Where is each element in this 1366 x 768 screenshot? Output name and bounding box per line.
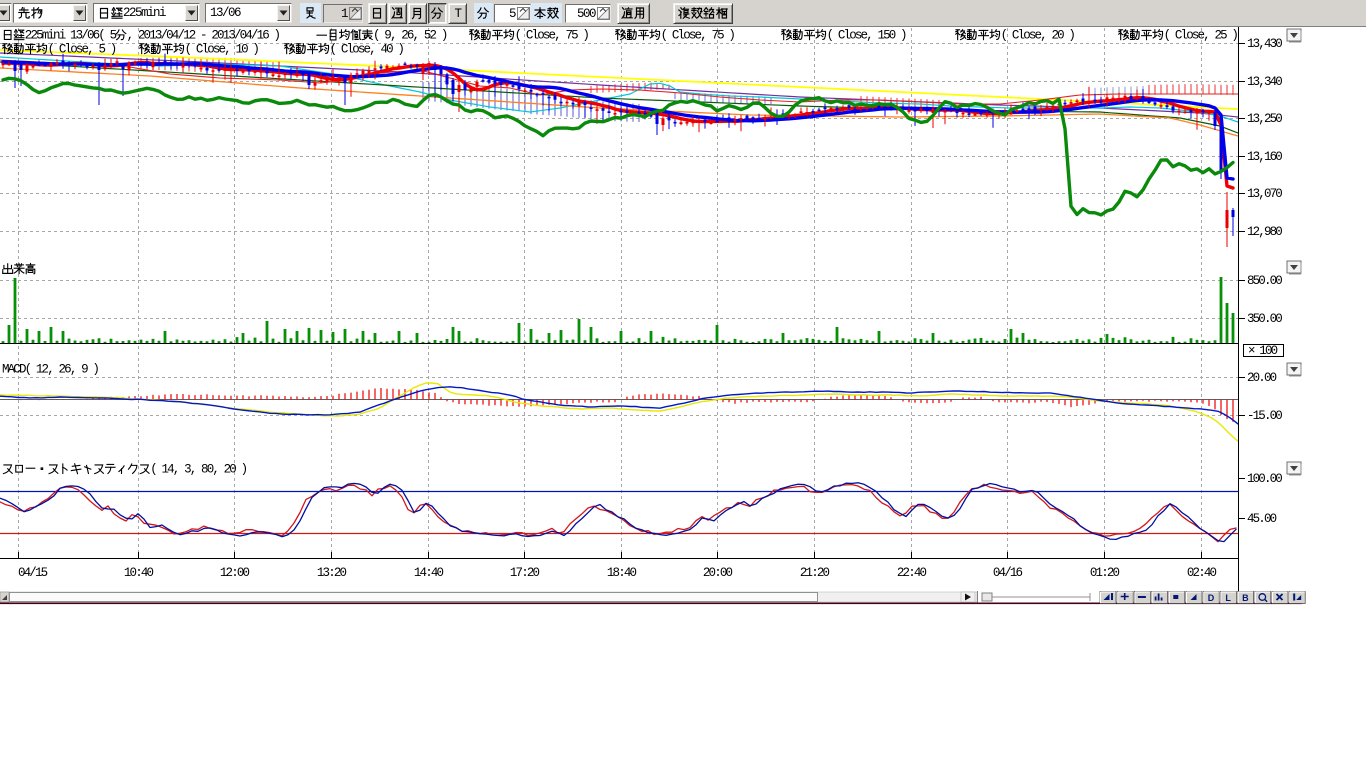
- svg-text:× 100: × 100: [1248, 344, 1278, 358]
- svg-text:, 2013/04/12 - 2013/04/16 ): , 2013/04/12 - 2013/04/16 ): [127, 29, 280, 43]
- svg-text:( Close, 40 ): ( Close, 40 ): [330, 43, 404, 57]
- svg-text:L: L: [1225, 593, 1231, 603]
- svg-text:225mini 13/06( 5: 225mini 13/06( 5: [25, 29, 117, 43]
- svg-text:-15.00: -15.00: [1247, 409, 1282, 423]
- svg-text:13:20: 13:20: [317, 566, 347, 580]
- svg-text:D: D: [1208, 593, 1215, 603]
- svg-text:( Close, 75 ): ( Close, 75 ): [661, 29, 735, 43]
- svg-text:850.00: 850.00: [1247, 274, 1282, 288]
- svg-text:( Close, 20 ): ( Close, 20 ): [1001, 29, 1075, 43]
- svg-text:12:00: 12:00: [220, 566, 250, 580]
- svg-text:100.00: 100.00: [1247, 472, 1282, 486]
- svg-text:22:40: 22:40: [897, 566, 927, 580]
- svg-text:02:40: 02:40: [1187, 566, 1217, 580]
- svg-text:04/16: 04/16: [993, 566, 1023, 580]
- svg-text:13,250: 13,250: [1247, 112, 1282, 126]
- svg-text:18:40: 18:40: [607, 566, 637, 580]
- svg-text:( 14, 3, 80, 20 ): ( 14, 3, 80, 20 ): [150, 463, 246, 477]
- svg-text:04/15: 04/15: [18, 566, 48, 580]
- svg-text:20.00: 20.00: [1247, 371, 1277, 385]
- svg-text:13,430: 13,430: [1247, 37, 1282, 51]
- svg-text:350.00: 350.00: [1247, 312, 1282, 326]
- svg-text:( Close, 75 ): ( Close, 75 ): [515, 29, 589, 43]
- svg-text:13,160: 13,160: [1247, 150, 1282, 164]
- svg-text:13,340: 13,340: [1247, 75, 1282, 89]
- svg-text:17:20: 17:20: [510, 566, 540, 580]
- svg-text:( Close, 150 ): ( Close, 150 ): [827, 29, 906, 43]
- svg-text:20:00: 20:00: [703, 566, 733, 580]
- svg-text:14:40: 14:40: [414, 566, 444, 580]
- svg-text:45.00: 45.00: [1247, 512, 1277, 526]
- svg-text:B: B: [1242, 593, 1249, 603]
- svg-text:12,980: 12,980: [1247, 225, 1282, 239]
- svg-text:( Close, 10 ): ( Close, 10 ): [185, 43, 259, 57]
- svg-text:21:20: 21:20: [800, 566, 830, 580]
- svg-text:( Close, 5 ): ( Close, 5 ): [48, 43, 116, 57]
- svg-text:( Close, 25 ): ( Close, 25 ): [1164, 29, 1238, 43]
- svg-text:( 9, 26, 52 ): ( 9, 26, 52 ): [373, 29, 447, 43]
- svg-text:MACD( 12, 26, 9 ): MACD( 12, 26, 9 ): [2, 363, 98, 377]
- svg-text:13,070: 13,070: [1247, 187, 1282, 201]
- svg-text:10:40: 10:40: [124, 566, 154, 580]
- svg-text:01:20: 01:20: [1090, 566, 1120, 580]
